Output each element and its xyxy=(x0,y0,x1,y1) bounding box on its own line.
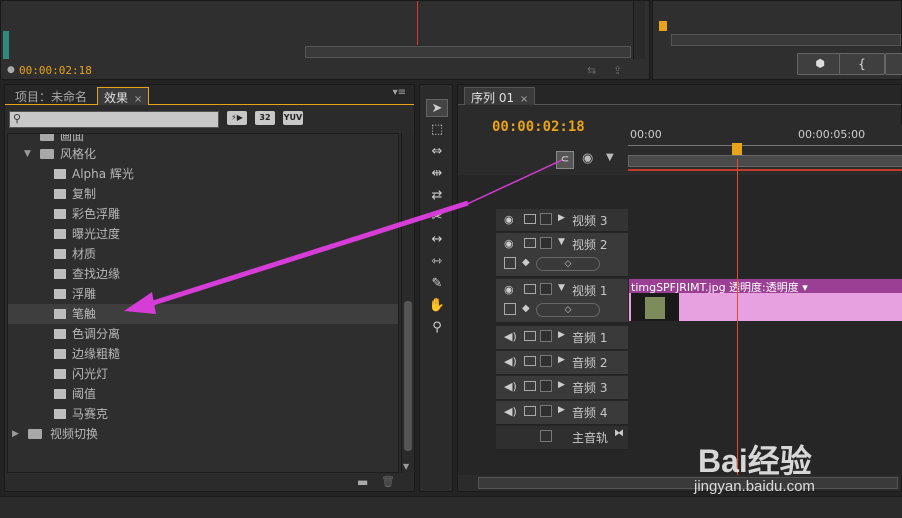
annotation-arrow-line xyxy=(149,200,469,307)
annotation-thin-line xyxy=(464,159,563,206)
watermark-url: jingyan.baidu.com xyxy=(694,478,815,495)
annotation-arrow-head xyxy=(124,292,156,314)
watermark: Bai经验 jingyan.baidu.com xyxy=(690,430,902,500)
watermark-brand: Bai经验 xyxy=(698,443,812,479)
